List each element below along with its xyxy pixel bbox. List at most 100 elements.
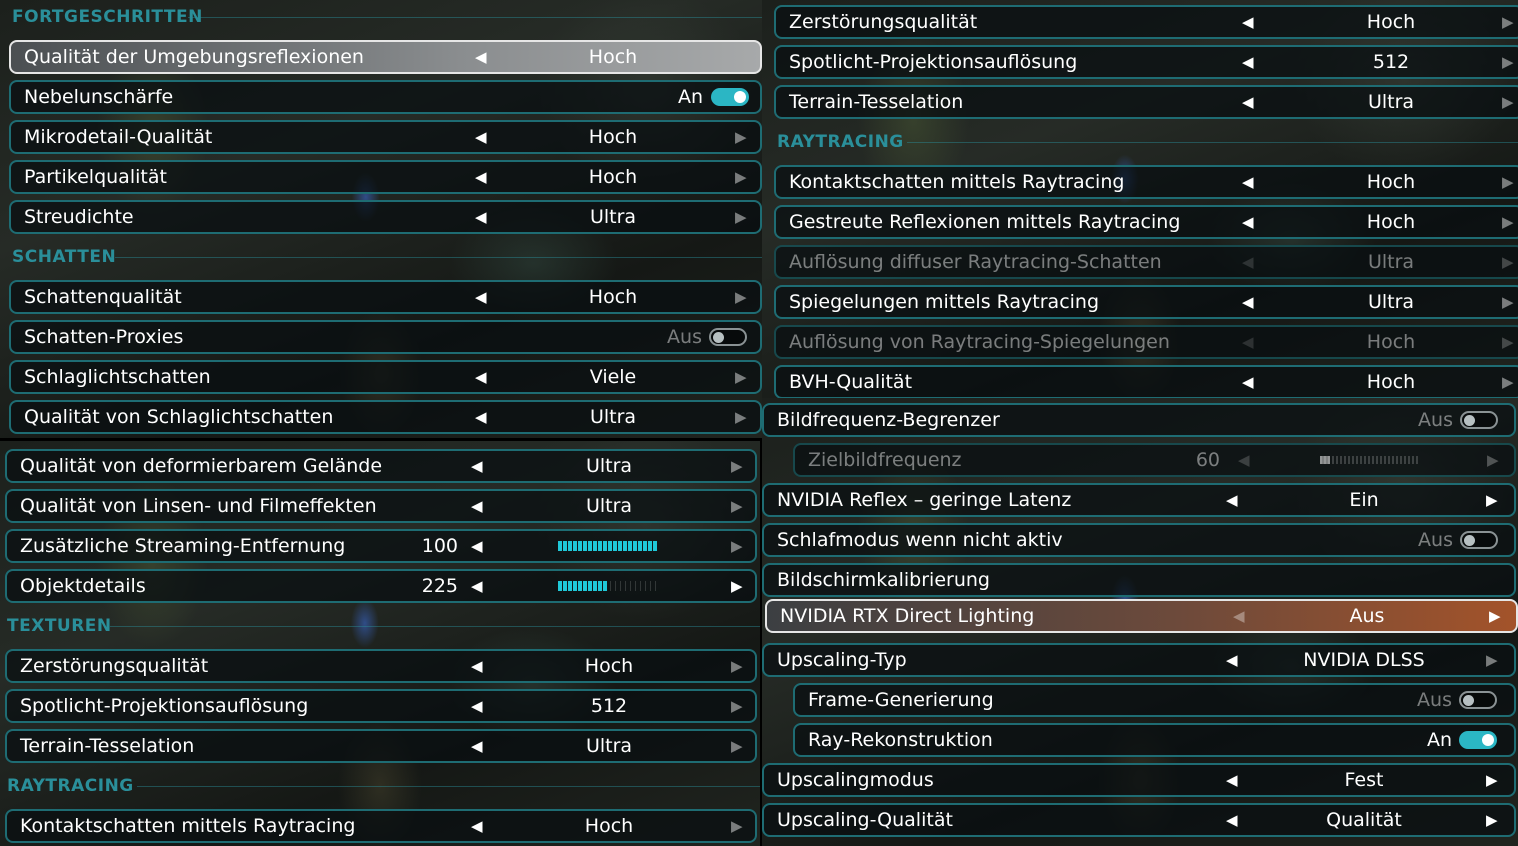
arrow-left-icon[interactable]: ◀ <box>1242 287 1254 317</box>
arrow-right-icon[interactable]: ▶ <box>1486 765 1498 795</box>
setting-row-shadow-proxies[interactable]: Schatten-Proxies Aus <box>9 320 762 354</box>
arrow-right-icon[interactable]: ▶ <box>1502 167 1514 197</box>
arrow-right-icon[interactable]: ▶ <box>1486 485 1498 515</box>
setting-row-deformable-terrain[interactable]: Qualität von deformierbarem Gelände ◀ Ul… <box>5 449 757 483</box>
setting-row-destruction-quality[interactable]: Zerstörungsqualität ◀ Hoch ▶ <box>774 5 1518 39</box>
arrow-left-icon[interactable]: ◀ <box>1226 485 1238 515</box>
setting-row-rtx-direct-lighting[interactable]: NVIDIA RTX Direct Lighting ◀ Aus ▶ <box>765 599 1518 633</box>
setting-row-lens-film-effects[interactable]: Qualität von Linsen- und Filmeffekten ◀ … <box>5 489 757 523</box>
setting-row-rt-reflections[interactable]: Spiegelungen mittels Raytracing ◀ Ultra … <box>774 285 1518 319</box>
setting-row-particles[interactable]: Partikelqualität ◀ Hoch ▶ <box>9 160 762 194</box>
arrow-right-icon[interactable]: ▶ <box>1502 87 1514 117</box>
arrow-right-icon[interactable]: ▶ <box>1502 327 1514 357</box>
toggle-switch-icon[interactable] <box>1460 411 1498 429</box>
setting-row-spotlight-projection[interactable]: Spotlicht-Projektionsauflösung ◀ 512 ▶ <box>774 45 1518 79</box>
arrow-right-icon[interactable]: ▶ <box>731 571 743 601</box>
setting-row-bvh-quality[interactable]: BVH-Qualität ◀ Hoch ▶ <box>774 365 1518 398</box>
setting-row-spotlight-shadows[interactable]: Schlaglichtschatten ◀ Viele ▶ <box>9 360 762 394</box>
arrow-left-icon[interactable]: ◀ <box>475 282 487 312</box>
arrow-right-icon[interactable]: ▶ <box>731 531 743 561</box>
toggle-switch-icon[interactable] <box>711 88 749 106</box>
setting-row-scatter-density[interactable]: Streudichte ◀ Ultra ▶ <box>9 200 762 234</box>
arrow-left-icon[interactable]: ◀ <box>471 491 483 521</box>
setting-row-fog-blur[interactable]: Nebelunschärfe An <box>9 80 762 114</box>
arrow-left-icon[interactable]: ◀ <box>1242 367 1254 397</box>
arrow-left-icon[interactable]: ◀ <box>1238 445 1250 475</box>
setting-row-microdetail[interactable]: Mikrodetail-Qualität ◀ Hoch ▶ <box>9 120 762 154</box>
setting-row-spotlight-shadow-quality[interactable]: Qualität von Schlaglichtschatten ◀ Ultra… <box>9 400 762 434</box>
arrow-right-icon[interactable]: ▶ <box>1489 601 1501 631</box>
slider-bar[interactable] <box>558 541 657 551</box>
arrow-left-icon[interactable]: ◀ <box>1226 765 1238 795</box>
arrow-right-icon[interactable]: ▶ <box>1486 805 1498 835</box>
arrow-left-icon[interactable]: ◀ <box>1233 601 1245 631</box>
arrow-left-icon[interactable]: ◀ <box>475 122 487 152</box>
setting-row-rt-contact-shadows[interactable]: Kontaktschatten mittels Raytracing ◀ Hoc… <box>5 809 757 843</box>
slider-bar[interactable] <box>558 581 657 591</box>
arrow-right-icon[interactable]: ▶ <box>731 811 743 841</box>
arrow-left-icon[interactable]: ◀ <box>1226 805 1238 835</box>
setting-row-upscaling-mode[interactable]: Upscalingmodus ◀ Fest ▶ <box>762 763 1516 797</box>
arrow-left-icon[interactable]: ◀ <box>471 451 483 481</box>
arrow-right-icon[interactable]: ▶ <box>1502 47 1514 77</box>
toggle-switch-icon[interactable] <box>1460 531 1498 549</box>
setting-row-terrain-tessellation[interactable]: Terrain-Tesselation ◀ Ultra ▶ <box>774 85 1518 119</box>
setting-row-sleep-mode[interactable]: Schlafmodus wenn nicht aktiv Aus <box>762 523 1516 557</box>
arrow-left-icon[interactable]: ◀ <box>1242 47 1254 77</box>
arrow-left-icon[interactable]: ◀ <box>471 651 483 681</box>
arrow-right-icon[interactable]: ▶ <box>731 651 743 681</box>
arrow-right-icon[interactable]: ▶ <box>735 122 747 152</box>
setting-row-shadow-quality[interactable]: Schattenqualität ◀ Hoch ▶ <box>9 280 762 314</box>
arrow-right-icon[interactable]: ▶ <box>731 451 743 481</box>
arrow-right-icon[interactable]: ▶ <box>731 491 743 521</box>
setting-row-spotlight-projection[interactable]: Spotlicht-Projektionsauflösung ◀ 512 ▶ <box>5 689 757 723</box>
setting-row-rt-reflection-resolution[interactable]: Auflösung von Raytracing-Spiegelungen ◀ … <box>774 325 1518 359</box>
arrow-right-icon[interactable]: ▶ <box>1502 7 1514 37</box>
arrow-left-icon[interactable]: ◀ <box>1242 247 1254 277</box>
setting-row-streaming-distance[interactable]: Zusätzliche Streaming-Entfernung 100 ◀ ▶ <box>5 529 757 563</box>
arrow-right-icon[interactable]: ▶ <box>735 362 747 392</box>
setting-row-framerate-limiter[interactable]: Bildfrequenz-Begrenzer Aus <box>762 403 1516 437</box>
arrow-right-icon[interactable]: ▶ <box>1502 287 1514 317</box>
setting-row-rt-contact-shadows[interactable]: Kontaktschatten mittels Raytracing ◀ Hoc… <box>774 165 1518 199</box>
arrow-right-icon[interactable]: ▶ <box>735 202 747 232</box>
arrow-left-icon[interactable]: ◀ <box>475 362 487 392</box>
setting-row-environment-reflections[interactable]: Qualität der Umgebungsreflexionen ◀ Hoch <box>9 40 762 74</box>
arrow-left-icon[interactable]: ◀ <box>471 731 483 761</box>
arrow-left-icon[interactable]: ◀ <box>1242 167 1254 197</box>
toggle-switch-icon[interactable] <box>1459 731 1497 749</box>
arrow-right-icon[interactable]: ▶ <box>731 731 743 761</box>
arrow-left-icon[interactable]: ◀ <box>471 691 483 721</box>
arrow-left-icon[interactable]: ◀ <box>475 162 487 192</box>
setting-row-ray-reconstruction[interactable]: Ray-Rekonstruktion An <box>793 723 1516 757</box>
toggle-switch-icon[interactable] <box>1459 691 1497 709</box>
arrow-right-icon[interactable]: ▶ <box>735 162 747 192</box>
setting-row-destruction-quality[interactable]: Zerstörungsqualität ◀ Hoch ▶ <box>5 649 757 683</box>
arrow-right-icon[interactable]: ▶ <box>1502 207 1514 237</box>
arrow-right-icon[interactable]: ▶ <box>1502 247 1514 277</box>
setting-row-upscaling-quality[interactable]: Upscaling-Qualität ◀ Qualität ▶ <box>762 803 1516 837</box>
arrow-left-icon[interactable]: ◀ <box>475 402 487 432</box>
setting-row-target-framerate[interactable]: Zielbildfrequenz 60 ◀ ▶ <box>793 443 1516 477</box>
arrow-right-icon[interactable]: ▶ <box>735 402 747 432</box>
setting-row-frame-generation[interactable]: Frame-Generierung Aus <box>793 683 1516 717</box>
setting-row-screen-calibration[interactable]: Bildschirmkalibrierung <box>762 563 1516 597</box>
setting-row-rt-diffuse-reflections[interactable]: Gestreute Reflexionen mittels Raytracing… <box>774 205 1518 239</box>
setting-row-terrain-tessellation[interactable]: Terrain-Tesselation ◀ Ultra ▶ <box>5 729 757 763</box>
arrow-left-icon[interactable]: ◀ <box>1242 207 1254 237</box>
arrow-left-icon[interactable]: ◀ <box>471 811 483 841</box>
setting-row-rt-diffuse-shadow-resolution[interactable]: Auflösung diffuser Raytracing-Schatten ◀… <box>774 245 1518 279</box>
toggle-switch-icon[interactable] <box>709 328 747 346</box>
slider-bar[interactable] <box>1320 456 1420 464</box>
arrow-left-icon[interactable]: ◀ <box>1226 645 1238 675</box>
arrow-right-icon[interactable]: ▶ <box>735 282 747 312</box>
arrow-right-icon[interactable]: ▶ <box>1502 367 1514 397</box>
arrow-left-icon[interactable]: ◀ <box>471 571 483 601</box>
arrow-left-icon[interactable]: ◀ <box>471 531 483 561</box>
arrow-left-icon[interactable]: ◀ <box>1242 7 1254 37</box>
setting-row-object-detail[interactable]: Objektdetails 225 ◀ ▶ <box>5 569 757 603</box>
arrow-left-icon[interactable]: ◀ <box>475 202 487 232</box>
arrow-left-icon[interactable]: ◀ <box>1242 87 1254 117</box>
arrow-left-icon[interactable]: ◀ <box>1242 327 1254 357</box>
arrow-right-icon[interactable]: ▶ <box>1486 645 1498 675</box>
